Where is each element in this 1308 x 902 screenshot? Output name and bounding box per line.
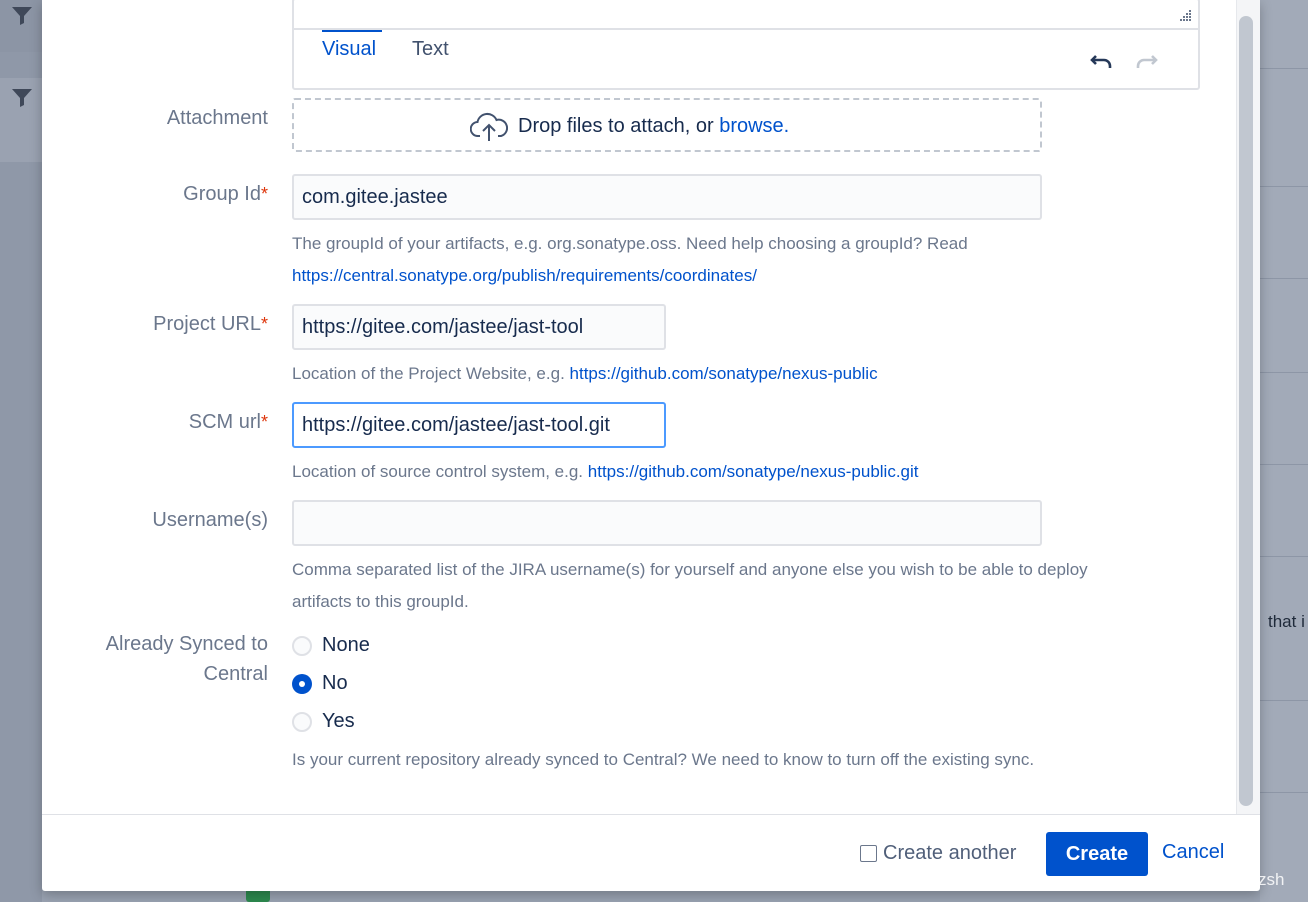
- required-marker: *: [260, 314, 268, 334]
- scm-url-label-text: SCM url: [188, 411, 261, 433]
- group-id-input[interactable]: com.gitee.jastee: [292, 174, 1042, 220]
- radio-no[interactable]: [292, 674, 312, 694]
- usernames-input[interactable]: [292, 500, 1042, 546]
- usernames-help-line1: Comma separated list of the JIRA usernam…: [292, 560, 1088, 579]
- radio-yes[interactable]: [292, 712, 312, 732]
- dropzone-prompt: Drop files to attach, or: [518, 115, 720, 137]
- active-tab-indicator: [322, 30, 382, 32]
- project-url-input[interactable]: https://gitee.com/jastee/jast-tool: [292, 304, 666, 350]
- create-issue-modal: Visual Text Attachment Drop files to att…: [42, 0, 1260, 891]
- browse-link[interactable]: browse.: [719, 115, 789, 137]
- cancel-button[interactable]: Cancel: [1162, 841, 1224, 864]
- create-another-label[interactable]: Create another: [883, 842, 1016, 865]
- resize-grip-icon[interactable]: [1178, 8, 1192, 22]
- cloud-upload-icon: [470, 112, 508, 141]
- project-url-help-text: Location of the Project Website, e.g.: [292, 364, 570, 383]
- required-marker: *: [260, 412, 268, 432]
- tab-visual[interactable]: Visual: [322, 38, 376, 61]
- scm-url-help-link[interactable]: https://github.com/sonatype/nexus-public…: [588, 462, 919, 481]
- watermark: CSDN @jast_zsh: [1152, 870, 1285, 889]
- background-text-fragment: that i: [1268, 612, 1305, 631]
- radio-no-label[interactable]: No: [322, 672, 348, 695]
- project-url-help: Location of the Project Website, e.g. ht…: [292, 358, 878, 390]
- tab-text[interactable]: Text: [412, 38, 449, 61]
- radio-none-label[interactable]: None: [322, 634, 370, 657]
- filter-icon: [12, 7, 32, 25]
- project-url-help-link[interactable]: https://github.com/sonatype/nexus-public: [570, 364, 878, 383]
- background-left-panel: [0, 0, 42, 902]
- create-another-checkbox[interactable]: [860, 845, 877, 862]
- group-id-label: Group Id*: [48, 183, 268, 206]
- project-url-label-text: Project URL: [153, 313, 261, 335]
- synced-help: Is your current repository already synce…: [292, 750, 1035, 769]
- attachment-label: Attachment: [166, 107, 268, 129]
- group-id-label-text: Group Id: [183, 183, 261, 205]
- radio-none[interactable]: [292, 636, 312, 656]
- synced-label-line1: Already Synced to: [105, 633, 268, 655]
- attachment-dropzone[interactable]: Drop files to attach, or browse.: [292, 98, 1042, 152]
- description-editor[interactable]: Visual Text: [292, 0, 1200, 90]
- dropzone-text: Drop files to attach, or browse.: [518, 115, 789, 138]
- scm-url-help: Location of source control system, e.g. …: [292, 456, 919, 488]
- required-marker: *: [260, 184, 268, 204]
- scm-url-help-text: Location of source control system, e.g.: [292, 462, 588, 481]
- scrollbar-thumb[interactable]: [1239, 16, 1253, 806]
- undo-icon[interactable]: [1090, 50, 1114, 72]
- radio-yes-label[interactable]: Yes: [322, 710, 355, 733]
- editor-divider: [294, 28, 1198, 30]
- usernames-help-line2: artifacts to this groupId.: [292, 592, 469, 611]
- footer-divider: [42, 814, 1260, 815]
- project-url-label: Project URL*: [48, 313, 268, 336]
- scm-url-input[interactable]: https://gitee.com/jastee/jast-tool.git: [292, 402, 666, 448]
- usernames-label: Username(s): [152, 509, 268, 531]
- filter-icon: [12, 89, 32, 107]
- scm-url-label: SCM url*: [48, 411, 268, 434]
- synced-label-line2: Central: [203, 663, 268, 685]
- group-id-help: The groupId of your artifacts, e.g. org.…: [292, 234, 968, 253]
- redo-icon[interactable]: [1134, 50, 1158, 72]
- background-right-panel: [1260, 0, 1308, 902]
- group-id-help-link[interactable]: https://central.sonatype.org/publish/req…: [292, 260, 757, 292]
- create-button[interactable]: Create: [1046, 832, 1148, 876]
